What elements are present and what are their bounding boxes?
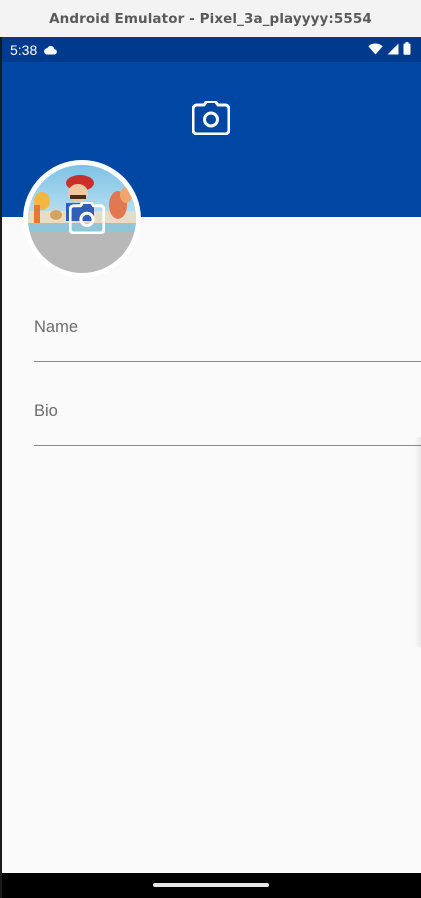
bio-field-label: Bio xyxy=(34,402,58,420)
emulator-window: Android Emulator - Pixel_3a_playyyy:5554… xyxy=(0,0,421,898)
avatar xyxy=(28,165,136,273)
home-gesture-handle[interactable] xyxy=(153,883,269,887)
camera-icon xyxy=(191,100,231,136)
status-time: 5:38 xyxy=(10,41,38,58)
cloud-icon xyxy=(43,45,58,55)
navigation-bar xyxy=(2,873,421,898)
camera-icon xyxy=(68,200,106,235)
avatar-button[interactable] xyxy=(23,160,141,278)
bio-field[interactable]: Bio xyxy=(34,394,421,446)
device-screen: 5:38 Name Bio xyxy=(2,37,421,898)
avatar-camera-overlay xyxy=(68,200,106,235)
edge-shadow xyxy=(415,437,421,647)
name-field-label: Name xyxy=(34,318,79,336)
window-titlebar: Android Emulator - Pixel_3a_playyyy:5554 xyxy=(0,0,421,37)
bio-field-underline xyxy=(34,445,421,446)
status-icons xyxy=(368,37,411,62)
name-field[interactable]: Name xyxy=(34,310,421,362)
wifi-icon xyxy=(368,42,383,58)
status-bar: 5:38 xyxy=(2,37,421,62)
battery-icon xyxy=(403,41,411,58)
window-title: Android Emulator - Pixel_3a_playyyy:5554 xyxy=(49,10,372,27)
name-field-underline xyxy=(34,361,421,362)
cellular-signal-icon xyxy=(387,42,399,58)
cover-photo-camera-button[interactable] xyxy=(191,100,231,136)
